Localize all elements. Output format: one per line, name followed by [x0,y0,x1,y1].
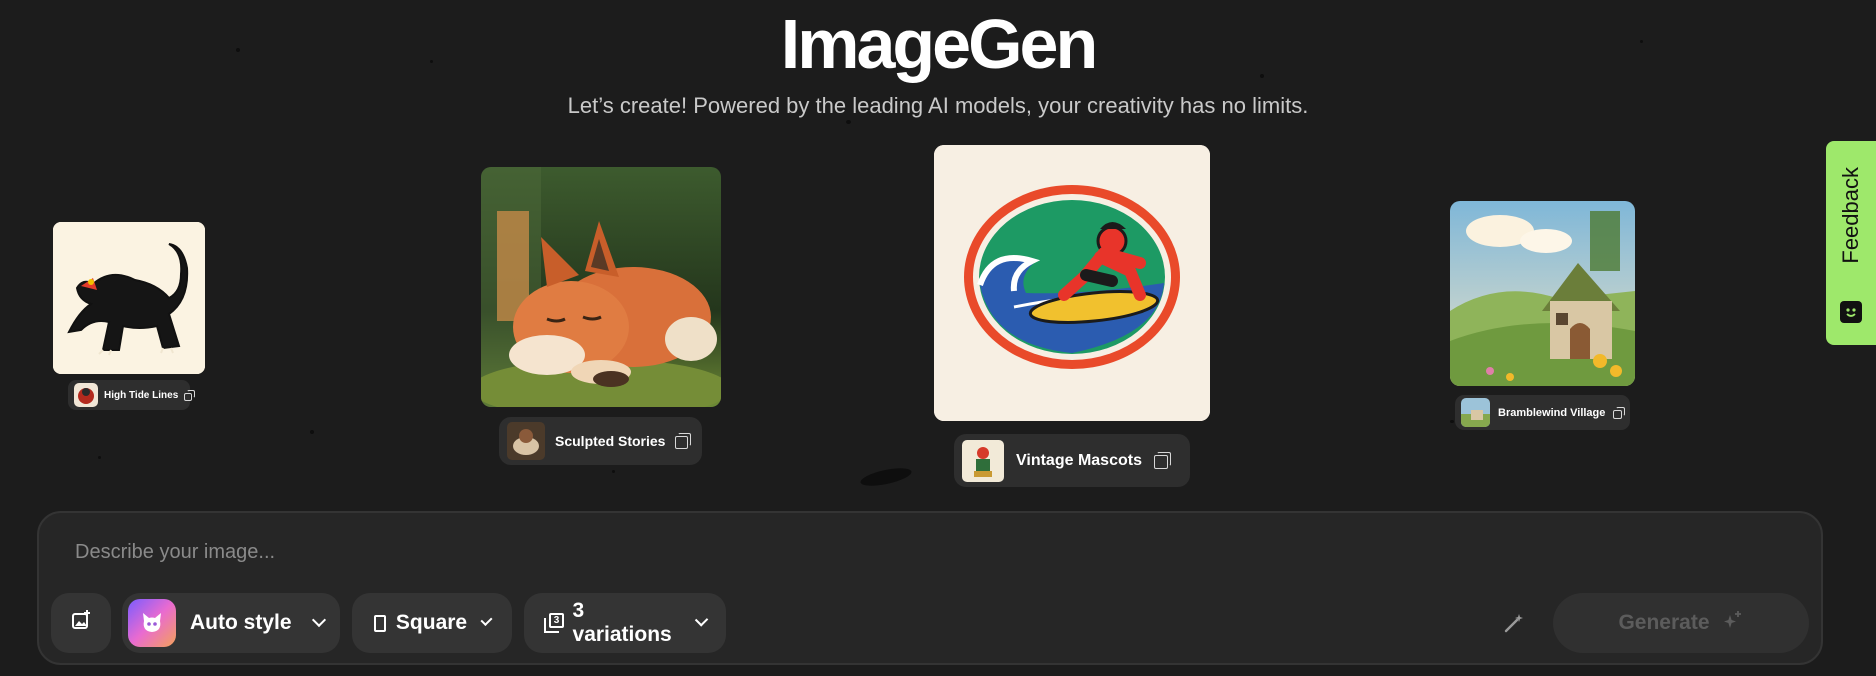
tag-label: Sculpted Stories [555,433,666,449]
showcase-tag-bramblewind-village[interactable]: Bramblewind Village [1455,395,1630,430]
copy-icon[interactable] [675,433,692,449]
chevron-down-icon [694,613,709,627]
generate-button[interactable]: Generate [1553,593,1809,653]
copy-icon[interactable] [184,389,196,401]
feedback-label: Feedback [1838,167,1863,264]
tag-label: Bramblewind Village [1498,406,1606,419]
style-label: Auto style [190,611,292,634]
sparkle-icon [1722,609,1744,637]
chevron-down-icon [311,612,326,628]
prompt-composer: Auto style Square 3 3 variations Generat… [37,511,1823,665]
showcase-tag-vintage-mascots[interactable]: Vintage Mascots [954,434,1190,487]
image-add-icon [70,609,92,637]
prompt-input[interactable] [75,541,1575,564]
chevron-down-icon [480,614,493,626]
style-selector[interactable]: Auto style [122,593,340,653]
upload-image-button[interactable] [51,593,111,653]
generate-label: Generate [1618,611,1710,634]
showcase-image-fox[interactable] [481,167,721,407]
copy-icon[interactable] [1613,406,1626,419]
page-title: ImageGen [780,5,1098,83]
page-subtitle: Let’s create! Powered by the leading AI … [567,93,1309,118]
tag-label: High Tide Lines [104,389,179,401]
showcase-tag-sculpted-stories[interactable]: Sculpted Stories [499,417,702,465]
tag-thumbnail [962,439,1004,482]
smile-icon [1840,301,1862,323]
square-icon [374,614,386,632]
aspect-ratio-selector[interactable]: Square [352,593,512,653]
showcase-image-surfer[interactable] [934,145,1210,421]
showcase-tag-high-tide-lines[interactable]: High Tide Lines [68,380,196,410]
variations-icon: 3 [544,613,564,633]
feedback-tab[interactable]: Feedback [1826,141,1876,345]
copy-icon[interactable] [1153,452,1171,469]
variations-label: 3 variations [572,599,672,646]
showcase-image-village[interactable] [1450,201,1635,386]
style-avatar-icon [128,599,176,647]
variations-selector[interactable]: 3 3 variations [524,593,726,653]
showcase-image-panther[interactable] [53,222,205,374]
tag-thumbnail [1461,398,1490,427]
tag-label: Vintage Mascots [1016,451,1142,469]
aspect-ratio-label: Square [395,611,468,634]
tag-thumbnail [74,383,98,407]
tag-thumbnail [507,422,545,460]
magic-wand-icon[interactable] [1502,611,1526,640]
